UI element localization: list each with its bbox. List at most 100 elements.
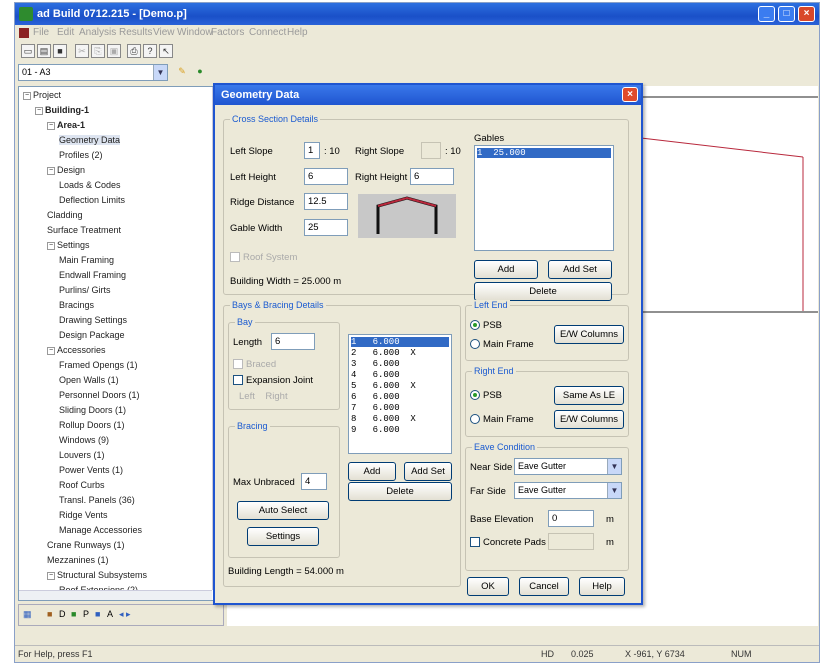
save-icon[interactable]: ■: [53, 44, 67, 58]
right-height-input[interactable]: 6: [410, 168, 454, 185]
dialog-titlebar[interactable]: Geometry Data ×: [215, 85, 641, 105]
tree-node[interactable]: Mezzanines (1): [47, 555, 109, 565]
menu-edit[interactable]: Edit: [57, 27, 74, 38]
auto-select-button[interactable]: Auto Select: [237, 501, 329, 520]
tree-node[interactable]: − Design: [47, 165, 85, 175]
tree-horizontal-scrollbar[interactable]: [19, 590, 212, 600]
project-tree[interactable]: − Project − Building-1 − Area-1 Geometry Data P…: [18, 86, 224, 601]
copy-icon[interactable]: ⎘: [91, 44, 105, 58]
tree-node[interactable]: Loads & Codes: [59, 180, 121, 190]
cut-icon[interactable]: ✂: [75, 44, 89, 58]
same-as-le-button[interactable]: Same As LE: [554, 386, 624, 405]
gables-list-item[interactable]: 1 25.000: [477, 148, 611, 158]
concrete-pads-input[interactable]: [548, 533, 594, 550]
menu-factors[interactable]: Factors: [211, 27, 244, 38]
tree-node[interactable]: − Project: [23, 90, 61, 100]
gable-width-input[interactable]: 25: [304, 219, 348, 236]
gables-add-button[interactable]: Add: [474, 260, 538, 279]
menu-connect[interactable]: Connect: [249, 27, 286, 38]
tree-expander-icon[interactable]: −: [35, 106, 43, 115]
cancel-button[interactable]: Cancel: [519, 577, 569, 596]
menu-view[interactable]: View: [153, 27, 175, 38]
bays-delete-button[interactable]: Delete: [348, 482, 452, 501]
near-side-chevron-icon[interactable]: ▼: [607, 459, 621, 474]
dialog-close-icon[interactable]: ×: [622, 87, 638, 102]
maximize-button[interactable]: □: [778, 6, 795, 22]
tree-expander-icon[interactable]: −: [47, 571, 55, 580]
minimize-button[interactable]: _: [758, 6, 775, 22]
roof-system-checkbox[interactable]: Roof System: [230, 252, 297, 263]
gables-list[interactable]: 1 25.000: [474, 145, 614, 251]
tree-node[interactable]: Cladding: [47, 210, 83, 220]
tree-node[interactable]: Personnel Doors (1): [59, 390, 140, 400]
app-titlebar[interactable]: ad Build 0712.215 - [Demo.p] _ □ ×: [15, 3, 819, 25]
pencil-icon[interactable]: ✎: [175, 65, 189, 79]
bay-length-input[interactable]: 6: [271, 333, 315, 350]
base-elevation-input[interactable]: 0: [548, 510, 594, 527]
tree-tab-d-icon[interactable]: ■: [47, 609, 52, 619]
tree-node[interactable]: Geometry Data: [59, 135, 121, 145]
right-end-psb-radio[interactable]: PSB: [470, 390, 502, 401]
chevron-down-icon[interactable]: ▼: [153, 65, 167, 80]
context-help-icon[interactable]: ↖: [159, 44, 173, 58]
bays-list-item[interactable]: 5 6.000 X: [351, 381, 449, 391]
braced-checkbox[interactable]: Braced: [233, 359, 276, 370]
tree-node[interactable]: Deflection Limits: [59, 195, 125, 205]
open-icon[interactable]: ▤: [37, 44, 51, 58]
tree-node[interactable]: Surface Treatment: [47, 225, 121, 235]
tree-node[interactable]: Roof Curbs: [59, 480, 105, 490]
left-slope-input[interactable]: 1: [304, 142, 320, 159]
tree-node[interactable]: Endwall Framing: [59, 270, 126, 280]
bays-list[interactable]: 1 6.000 2 6.000 X3 6.000 4 6.000 5 6.000 X6…: [348, 334, 452, 454]
near-side-select[interactable]: Eave Gutter ▼: [514, 458, 622, 475]
bays-list-item[interactable]: 3 6.000: [351, 359, 449, 369]
tree-node[interactable]: Louvers (1): [59, 450, 105, 460]
tree-tab-icon[interactable]: ▦: [23, 609, 32, 620]
concrete-pads-checkbox[interactable]: Concrete Pads: [470, 537, 546, 548]
tree-node[interactable]: Design Package: [59, 330, 125, 340]
left-end-main-frame-radio[interactable]: Main Frame: [470, 339, 534, 350]
right-end-main-frame-radio[interactable]: Main Frame: [470, 414, 534, 425]
tree-tab-d[interactable]: D: [59, 609, 66, 619]
tree-node[interactable]: − Area-1: [47, 120, 85, 130]
app-menu-icon[interactable]: [19, 28, 29, 38]
left-right-radios[interactable]: Left Right: [239, 391, 288, 402]
tree-node[interactable]: Rollup Doors (1): [59, 420, 125, 430]
right-slope-input[interactable]: [421, 142, 441, 159]
tree-filter-combo[interactable]: 01 - A3 ▼: [18, 64, 168, 81]
leaf-icon[interactable]: ●: [193, 65, 207, 79]
left-height-input[interactable]: 6: [304, 168, 348, 185]
tree-tab-p-icon[interactable]: ■: [71, 609, 76, 619]
tree-expander-icon[interactable]: −: [47, 166, 55, 175]
tree-expander-icon[interactable]: −: [23, 91, 31, 100]
help-icon[interactable]: ?: [143, 44, 157, 58]
max-unbraced-input[interactable]: 4: [301, 473, 327, 490]
new-icon[interactable]: ▭: [21, 44, 35, 58]
tree-node[interactable]: − Structural Subsystems: [47, 570, 147, 580]
tree-node[interactable]: − Building-1: [35, 105, 89, 115]
close-button[interactable]: ×: [798, 6, 815, 22]
tree-node[interactable]: Profiles (2): [59, 150, 103, 160]
menu-analysis[interactable]: Analysis: [79, 27, 116, 38]
menu-file[interactable]: File: [33, 27, 49, 38]
tree-node[interactable]: Bracings: [59, 300, 94, 310]
tree-tab-a-icon[interactable]: ■: [95, 609, 100, 619]
bays-add-button[interactable]: Add: [348, 462, 396, 481]
tree-tab-a[interactable]: A: [107, 609, 113, 619]
far-side-select[interactable]: Eave Gutter ▼: [514, 482, 622, 499]
bays-list-item[interactable]: 4 6.000: [351, 370, 449, 380]
tree-expander-icon[interactable]: −: [47, 241, 55, 250]
tree-node[interactable]: − Settings: [47, 240, 90, 250]
menu-window[interactable]: Window: [177, 27, 213, 38]
bays-list-item[interactable]: 6 6.000: [351, 392, 449, 402]
far-side-chevron-icon[interactable]: ▼: [607, 483, 621, 498]
tree-node[interactable]: Sliding Doors (1): [59, 405, 126, 415]
tree-node[interactable]: Drawing Settings: [59, 315, 127, 325]
ridge-distance-input[interactable]: 12.5: [304, 193, 348, 210]
bracing-settings-button[interactable]: Settings: [247, 527, 319, 546]
print-icon[interactable]: ⎙: [127, 44, 141, 58]
bays-add-set-button[interactable]: Add Set: [404, 462, 452, 481]
bays-list-item[interactable]: 2 6.000 X: [351, 348, 449, 358]
left-end-ew-columns-button[interactable]: E/W Columns: [554, 325, 624, 344]
tree-node[interactable]: Transl. Panels (36): [59, 495, 135, 505]
